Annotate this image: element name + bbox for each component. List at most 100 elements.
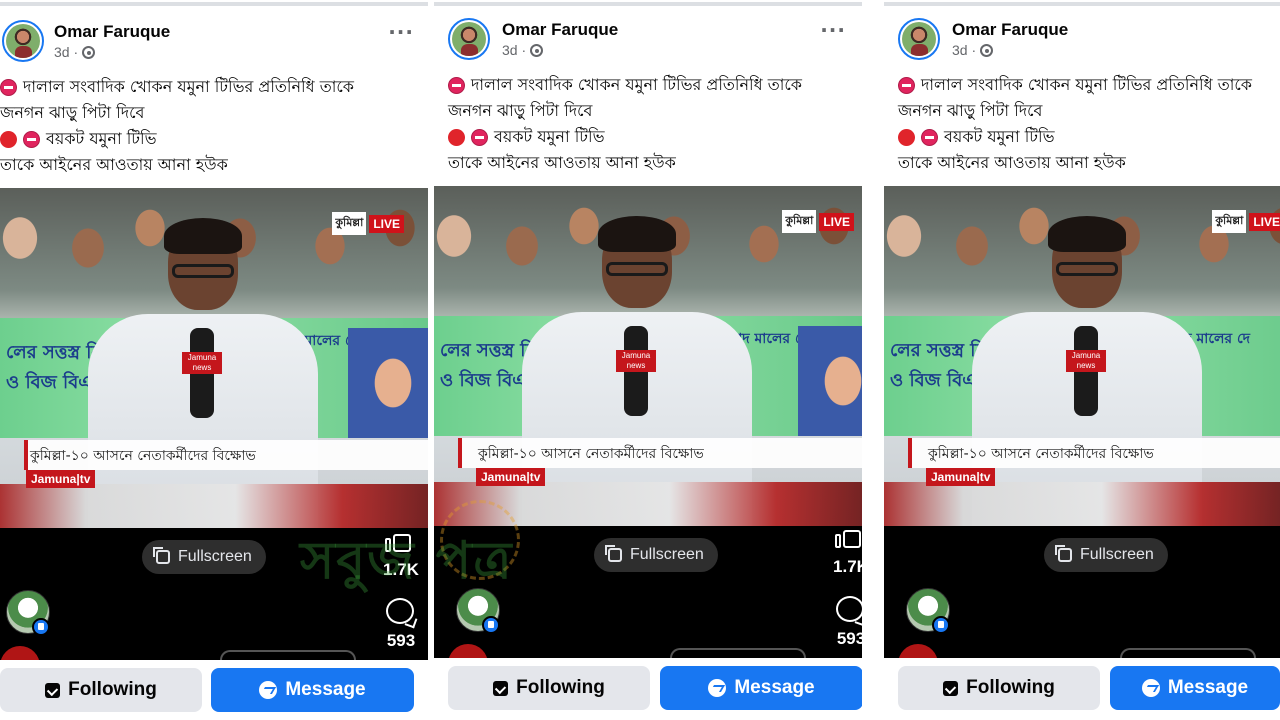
globe-icon: [82, 45, 96, 59]
live-place: কুমিল্লা: [332, 212, 367, 235]
post-meta: 3d ·: [502, 42, 544, 58]
no-entry-emoji-icon: [898, 76, 915, 94]
thumbs-up-icon: [393, 534, 411, 552]
no-entry-emoji-icon: [23, 130, 40, 148]
lower-third-text: কুমিল্লা-১০ আসনে নেতাকর্মীদের বিক্ষোভ: [30, 448, 256, 464]
fullscreen-label: Fullscreen: [1080, 546, 1154, 563]
caption-line-2: জনগন ঝাড়ু পিটা দিবে: [898, 101, 1043, 120]
like-button[interactable]: [384, 526, 414, 554]
following-label: Following: [966, 677, 1055, 698]
fullscreen-icon: [605, 545, 622, 562]
fullscreen-button[interactable]: Fullscreen: [1044, 538, 1168, 572]
caption-line-3: বয়কট যমুনা টিভি: [46, 129, 157, 148]
author-avatar[interactable]: [898, 18, 940, 60]
fullscreen-icon: [1055, 545, 1072, 562]
reporter-figure: Jamuna news: [88, 218, 318, 528]
message-label: Message: [285, 679, 366, 700]
author-name[interactable]: Omar Faruque: [54, 22, 170, 42]
fullscreen-label: Fullscreen: [178, 548, 252, 565]
no-entry-emoji-icon: [921, 128, 938, 146]
more-options-icon[interactable]: ···: [820, 18, 846, 42]
post-time[interactable]: 3d ·: [54, 44, 78, 60]
like-count: 1.7K: [383, 560, 419, 579]
red-circle-emoji-icon: [448, 128, 465, 146]
post-meta: 3d ·: [54, 44, 96, 60]
live-tag: LIVE: [369, 214, 404, 233]
live-tag: LIVE: [1249, 212, 1280, 231]
messenger-icon: [708, 679, 727, 697]
like-badge-icon: [932, 616, 950, 634]
avatar-photo: [6, 24, 40, 58]
following-button[interactable]: Following: [448, 666, 650, 710]
avatar-photo: [452, 22, 486, 56]
message-button[interactable]: Message: [660, 666, 862, 710]
watermark-sun-icon: [440, 500, 520, 580]
red-circle-emoji-icon: [0, 130, 17, 148]
following-label: Following: [68, 679, 157, 700]
live-badge: কুমিল্লা LIVE: [332, 212, 404, 235]
post-caption: দালাল সংবাদিক খোকন যমুনা টিভির প্রতিনিধি…: [0, 74, 428, 178]
post-caption: দালাল সংবাদিক খোকন যমুনা টিভির প্রতিনিধি…: [448, 72, 862, 176]
author-name[interactable]: Omar Faruque: [502, 20, 618, 40]
channel-logo: Jamuna|tv: [926, 468, 996, 486]
live-tag: LIVE: [819, 212, 854, 231]
fullscreen-button[interactable]: Fullscreen: [594, 538, 718, 572]
author-name[interactable]: Omar Faruque: [952, 20, 1068, 40]
like-badge-icon: [32, 618, 50, 636]
post-meta: 3d ·: [952, 42, 994, 58]
caption-line-3: বয়কট যমুনা টিভি: [494, 127, 605, 146]
thumbs-up-icon: [843, 530, 861, 548]
globe-icon: [980, 43, 994, 57]
messenger-icon: [1141, 679, 1160, 697]
fullscreen-icon: [153, 547, 170, 564]
caption-line-4: তাকে আইনের আওতায় আনা হউক: [898, 153, 1126, 172]
following-label: Following: [516, 677, 605, 698]
mic-flag: Jamuna news: [616, 350, 656, 372]
following-button[interactable]: Following: [0, 668, 202, 712]
divider: [0, 2, 428, 6]
mic-flag: Jamuna news: [182, 352, 222, 374]
divider: [884, 2, 1280, 6]
caption-line-1: দালাল সংবাদিক খোকন যমুনা টিভির প্রতিনিধি…: [921, 75, 1252, 94]
caption-line-4: তাকে আইনের আওতায় আনা হউক: [448, 153, 676, 172]
like-badge-icon: [482, 616, 500, 634]
post-time[interactable]: 3d ·: [952, 42, 976, 58]
following-check-icon: [45, 682, 61, 698]
banner-portrait: [348, 328, 428, 438]
comment-icon[interactable]: [836, 596, 862, 622]
comment-count: 593: [386, 631, 416, 650]
author-avatar[interactable]: [448, 18, 490, 60]
post-panel-1: Omar Faruque 3d · ··· দালাল সংবাদিক খোকন…: [0, 0, 428, 720]
divider: [434, 2, 862, 6]
avatar-photo: [902, 22, 936, 56]
comment-icon[interactable]: [386, 598, 414, 624]
globe-icon: [530, 43, 544, 57]
no-entry-emoji-icon: [0, 78, 17, 96]
screenshot-collage: Omar Faruque 3d · ··· দালাল সংবাদিক খোকন…: [0, 0, 1280, 720]
message-button[interactable]: Message: [1110, 666, 1280, 710]
caption-line-2: জনগন ঝাড়ু পিটা দিবে: [448, 101, 593, 120]
fullscreen-button[interactable]: Fullscreen: [142, 540, 266, 574]
following-button[interactable]: Following: [898, 666, 1100, 710]
caption-line-3: বয়কট যমুনা টিভি: [944, 127, 1055, 146]
post-caption: দালাল সংবাদিক খোকন যমুনা টিভির প্রতিনিধি…: [898, 72, 1280, 176]
following-check-icon: [943, 680, 959, 696]
fullscreen-label: Fullscreen: [630, 546, 704, 563]
caption-line-4: তাকে আইনের আওতায় আনা হউক: [0, 155, 228, 174]
author-avatar[interactable]: [2, 20, 44, 62]
live-place: কুমিল্লা: [782, 210, 817, 233]
messenger-icon: [259, 681, 278, 699]
red-circle-emoji-icon: [898, 128, 915, 146]
channel-logo: Jamuna|tv: [476, 468, 546, 486]
post-time[interactable]: 3d ·: [502, 42, 526, 58]
lower-third-text: কুমিল্লা-১০ আসনে নেতাকর্মীদের বিক্ষোভ: [478, 446, 704, 462]
like-count: 1.7K: [833, 557, 862, 576]
caption-line-1: দালাল সংবাদিক খোকন যমুনা টিভির প্রতিনিধি…: [23, 77, 354, 96]
channel-logo: Jamuna|tv: [26, 470, 96, 488]
like-button[interactable]: [834, 522, 862, 550]
no-entry-emoji-icon: [448, 76, 465, 94]
more-options-icon[interactable]: ···: [388, 20, 414, 44]
no-entry-emoji-icon: [471, 128, 488, 146]
message-button[interactable]: Message: [211, 668, 414, 712]
caption-line-1: দালাল সংবাদিক খোকন যমুনা টিভির প্রতিনিধি…: [471, 75, 802, 94]
